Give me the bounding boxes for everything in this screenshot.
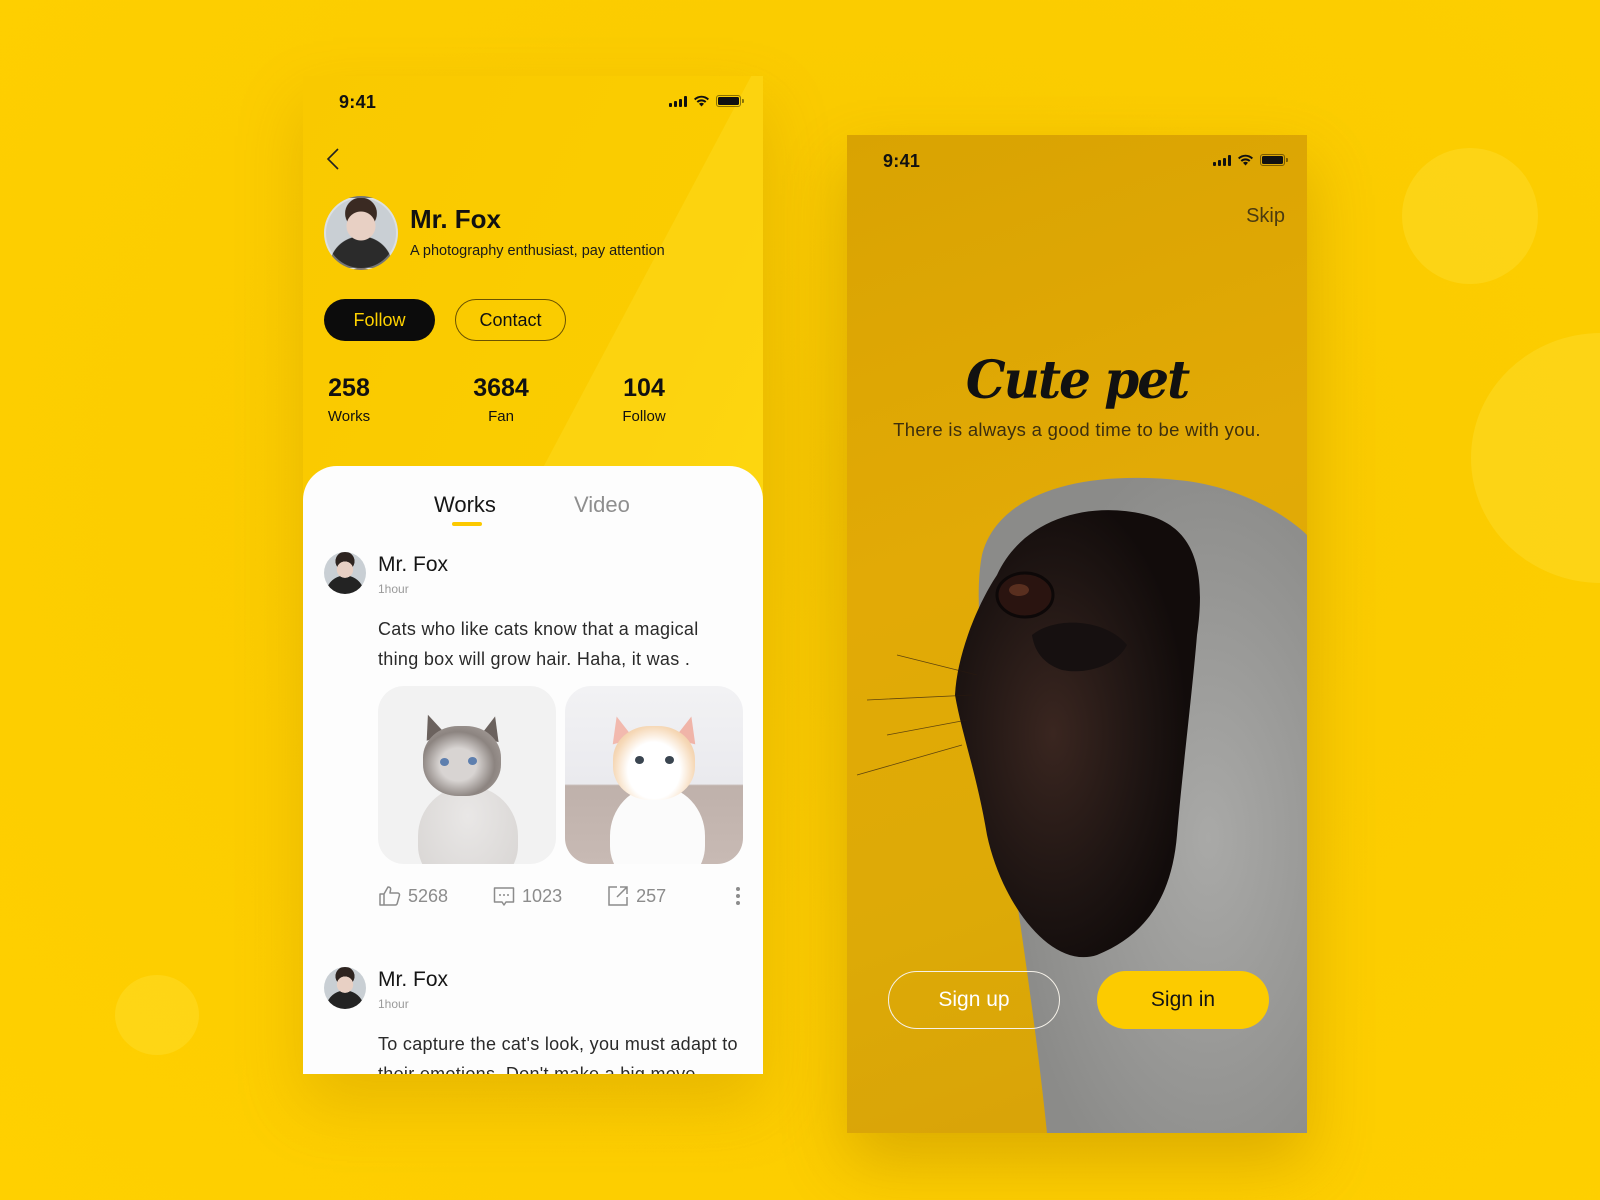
share-icon bbox=[608, 886, 628, 906]
feed-panel: Works Video Mr. Fox 1hour Cats who like … bbox=[303, 466, 763, 1074]
wifi-icon bbox=[1238, 154, 1253, 166]
status-icons bbox=[1213, 154, 1288, 166]
profile-bio: A photography enthusiast, pay attention bbox=[410, 243, 665, 259]
cat-body-shape bbox=[418, 786, 518, 864]
post-avatar[interactable] bbox=[324, 967, 366, 1009]
profile-avatar[interactable] bbox=[324, 196, 398, 270]
cat-photo[interactable] bbox=[378, 686, 556, 864]
status-time: 9:41 bbox=[883, 151, 921, 171]
stat-value: 104 bbox=[623, 374, 665, 402]
post-text: To capture the cat's look, you must adap… bbox=[378, 1034, 738, 1074]
wifi-icon bbox=[694, 95, 709, 107]
back-button[interactable] bbox=[321, 144, 345, 174]
whiskers-shape bbox=[856, 654, 978, 776]
post-time: 1hour bbox=[378, 997, 409, 1011]
pug-eye-shape bbox=[995, 571, 1055, 619]
stat-value: 3684 bbox=[473, 374, 529, 402]
share-button[interactable]: 257 bbox=[606, 884, 666, 908]
comment-icon bbox=[493, 887, 515, 906]
skip-button[interactable]: Skip bbox=[1246, 205, 1285, 228]
pug-nose-shape bbox=[1032, 622, 1127, 672]
splash-subtitle: There is always a good time to be with y… bbox=[893, 419, 1261, 440]
like-button[interactable]: 5268 bbox=[378, 884, 448, 908]
stat-fans[interactable]: 3684 Fan bbox=[466, 374, 536, 425]
active-tab-indicator bbox=[452, 522, 482, 526]
status-icons bbox=[669, 95, 744, 107]
follow-button[interactable]: Follow bbox=[324, 299, 435, 341]
sign-in-button[interactable]: Sign in bbox=[1097, 971, 1269, 1029]
cat-eye-shape bbox=[440, 758, 449, 766]
signal-icon bbox=[1213, 154, 1231, 166]
comment-count: 1023 bbox=[522, 885, 563, 906]
post-images bbox=[378, 686, 743, 864]
tab-works[interactable]: Works bbox=[434, 492, 496, 518]
background-bubble bbox=[1402, 148, 1538, 284]
splash-screen: 9:41 Skip Cute pet There is always a goo… bbox=[847, 135, 1307, 1133]
sign-up-button[interactable]: Sign up bbox=[888, 971, 1060, 1029]
tab-bar: Works Video bbox=[303, 492, 763, 532]
signal-icon bbox=[669, 95, 687, 107]
splash-title: Cute pet bbox=[965, 348, 1190, 411]
profile-name: Mr. Fox bbox=[410, 204, 502, 234]
chevron-left-icon bbox=[326, 148, 339, 170]
background-bubble bbox=[115, 975, 199, 1055]
stat-value: 258 bbox=[328, 374, 370, 402]
stat-label: Follow bbox=[622, 408, 666, 425]
post-actions: 5268 1023 257 bbox=[378, 882, 743, 910]
stat-label: Works bbox=[327, 408, 371, 425]
status-time: 9:41 bbox=[339, 92, 377, 112]
kitten-head-shape bbox=[613, 726, 695, 800]
share-count: 257 bbox=[636, 885, 667, 906]
post-author[interactable]: Mr. Fox bbox=[378, 553, 448, 577]
thumbs-up-icon bbox=[379, 886, 401, 906]
post-text: Cats who like cats know that a magical t… bbox=[378, 619, 699, 669]
post-time: 1hour bbox=[378, 582, 409, 596]
kitten-eye-shape bbox=[635, 756, 644, 764]
eye-highlight-shape bbox=[1009, 584, 1029, 596]
more-options-icon[interactable] bbox=[733, 884, 743, 908]
stat-follow[interactable]: 104 Follow bbox=[619, 374, 669, 425]
kitten-photo[interactable] bbox=[565, 686, 743, 864]
cat-head-shape bbox=[423, 726, 501, 796]
tab-video[interactable]: Video bbox=[574, 492, 630, 518]
stat-label: Fan bbox=[488, 408, 514, 425]
background-bubble bbox=[1471, 333, 1600, 583]
contact-button[interactable]: Contact bbox=[455, 299, 566, 341]
status-bar: 9:41 bbox=[847, 135, 1307, 187]
battery-icon bbox=[1260, 154, 1288, 166]
stat-works[interactable]: 258 Works bbox=[324, 374, 374, 425]
comment-button[interactable]: 1023 bbox=[492, 884, 562, 908]
post-avatar[interactable] bbox=[324, 552, 366, 594]
cat-eye-shape bbox=[468, 757, 477, 765]
hood-shape bbox=[978, 477, 1307, 1133]
kitten-eye-shape bbox=[665, 756, 674, 764]
battery-icon bbox=[716, 95, 744, 107]
status-bar: 9:41 bbox=[303, 76, 763, 128]
pug-face-shape bbox=[955, 510, 1200, 958]
like-count: 5268 bbox=[408, 885, 449, 906]
profile-screen: 9:41 Mr. Fox A photography enthusiast, p… bbox=[303, 76, 763, 1074]
post-author[interactable]: Mr. Fox bbox=[378, 968, 448, 992]
